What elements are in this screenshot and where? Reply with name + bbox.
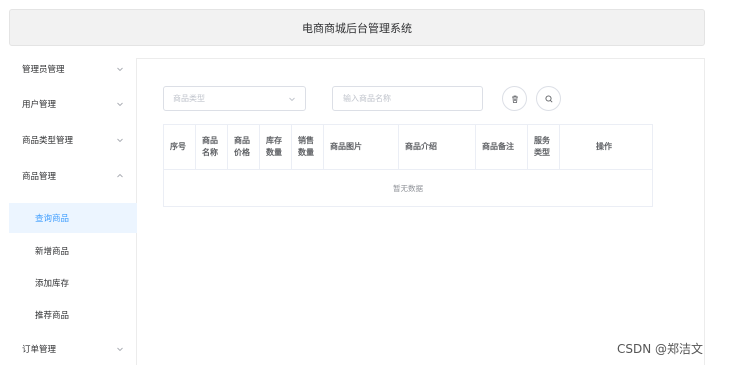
column-header-label: 序号	[170, 142, 186, 151]
chevron-up-icon	[115, 171, 125, 181]
table-header: 序号 商品 名称 商品 价格 库存 数量 销售 数量 商品图片 商品介绍 商品备…	[164, 125, 652, 170]
sidebar-item-label: 推荐商品	[35, 311, 70, 321]
sidebar-menu-label: 管理员管理	[22, 65, 65, 75]
column-header-label: 库存	[266, 136, 282, 145]
column-header-price: 商品 价格	[228, 125, 260, 169]
column-header-sales: 销售 数量	[292, 125, 324, 169]
chevron-down-icon	[115, 344, 125, 354]
column-header-label: 操作	[596, 142, 612, 151]
trash-icon	[510, 94, 520, 104]
sidebar-item-label: 添加库存	[35, 279, 70, 289]
sidebar-item-add-product[interactable]: 新增商品	[9, 236, 137, 266]
product-name-input[interactable]: 输入商品名称	[332, 86, 483, 111]
sidebar-menu-products[interactable]: 商品管理	[9, 161, 137, 191]
column-header-label: 商品	[202, 136, 218, 145]
column-header-image: 商品图片	[324, 125, 399, 169]
sidebar-menu-orders[interactable]: 订单管理	[9, 334, 137, 364]
table-empty-state: 暂无数据	[164, 170, 652, 207]
watermark: CSDN @郑洁文	[617, 342, 704, 356]
sidebar-item-label: 查询商品	[35, 214, 70, 224]
sidebar-menu-label: 订单管理	[22, 345, 57, 355]
column-header-label: 商品图片	[330, 142, 362, 151]
column-header-index: 序号	[164, 125, 196, 169]
chevron-down-icon	[288, 95, 296, 103]
column-header-service-type: 服务 类型	[528, 125, 560, 169]
empty-text: 暂无数据	[393, 184, 423, 193]
column-header-label: 服务	[534, 136, 550, 145]
sidebar-menu-label: 用户管理	[22, 100, 57, 110]
column-header-name: 商品 名称	[196, 125, 228, 169]
chevron-down-icon	[115, 99, 125, 109]
sidebar-menu-product-types[interactable]: 商品类型管理	[9, 125, 137, 155]
sidebar-item-recommend-products[interactable]: 推荐商品	[9, 300, 137, 330]
column-header-label: 商品备注	[482, 142, 514, 151]
column-header-label: 价格	[234, 148, 250, 157]
search-button[interactable]	[536, 86, 561, 111]
search-icon	[544, 94, 554, 104]
sidebar-menu-users[interactable]: 用户管理	[9, 89, 137, 119]
clear-button[interactable]	[502, 86, 527, 111]
column-header-label: 名称	[202, 148, 218, 157]
column-header-label: 类型	[534, 148, 550, 157]
sidebar-menu-label: 商品管理	[22, 172, 57, 182]
column-header-label: 商品介绍	[405, 142, 437, 151]
column-header-stock: 库存 数量	[260, 125, 292, 169]
column-header-description: 商品介绍	[399, 125, 476, 169]
app-title: 电商商城后台管理系统	[302, 21, 412, 35]
sidebar-menu-admin[interactable]: 管理员管理	[9, 54, 137, 84]
chevron-down-icon	[115, 135, 125, 145]
column-header-actions: 操作	[560, 125, 652, 169]
sidebar-item-label: 新增商品	[35, 247, 70, 257]
products-table: 序号 商品 名称 商品 价格 库存 数量 销售 数量 商品图片 商品介绍 商品备…	[163, 124, 653, 207]
column-header-label: 数量	[298, 148, 314, 157]
product-type-select[interactable]: 商品类型	[163, 86, 306, 111]
column-header-label: 数量	[266, 148, 282, 157]
sidebar-item-query-products[interactable]: 查询商品	[9, 203, 137, 233]
sidebar-item-add-stock[interactable]: 添加库存	[9, 268, 137, 298]
chevron-down-icon	[115, 64, 125, 74]
app-header: 电商商城后台管理系统	[9, 9, 705, 46]
sidebar-menu-label: 商品类型管理	[22, 136, 74, 146]
column-header-label: 商品	[234, 136, 250, 145]
column-header-label: 销售	[298, 136, 314, 145]
column-header-remark: 商品备注	[476, 125, 528, 169]
product-type-placeholder: 商品类型	[173, 94, 205, 103]
sidebar: 管理员管理 用户管理 商品类型管理 商品管理 查询商品 新增商品 添加库存 推荐…	[9, 58, 137, 365]
product-name-placeholder: 输入商品名称	[343, 94, 391, 103]
